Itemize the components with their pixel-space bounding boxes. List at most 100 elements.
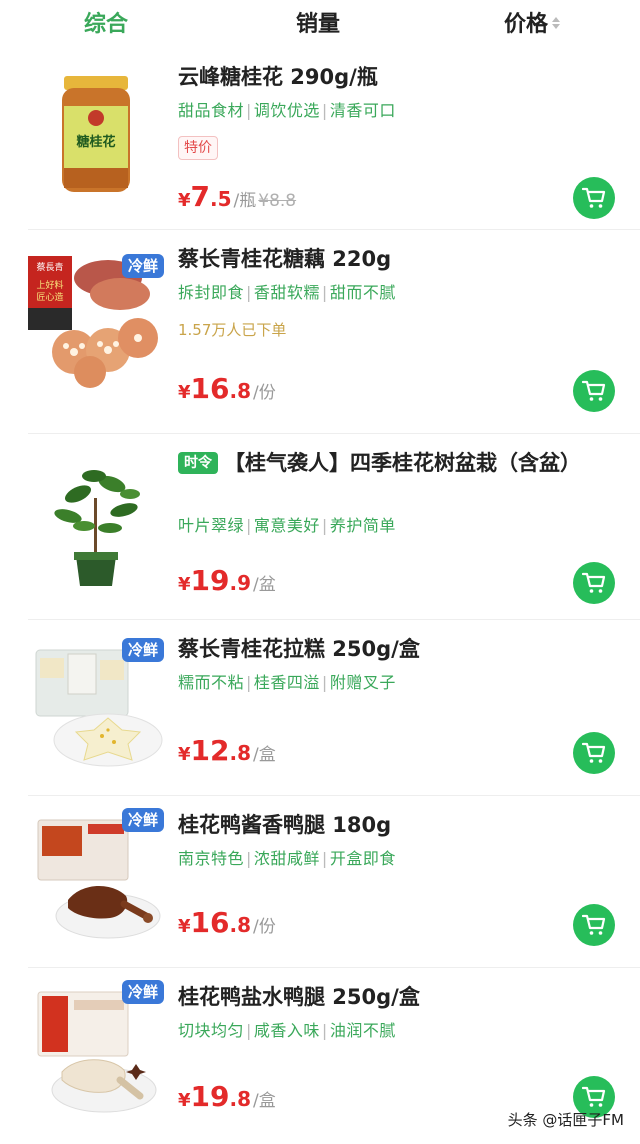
product-tags: 糯而不粘 | 桂香四溢 | 附赠叉子 xyxy=(178,671,396,695)
potted-plant-image[interactable] xyxy=(28,454,164,590)
cart-icon xyxy=(582,380,606,401)
price-unit: /盆 xyxy=(253,575,276,595)
tag-separator: | xyxy=(246,673,252,692)
tag: 桂香四溢 xyxy=(253,673,320,692)
price: ¥19.8/盒 xyxy=(178,1080,276,1113)
tag: 叶片翠绿 xyxy=(178,516,245,535)
price: ¥7.5/瓶 ¥8.8 xyxy=(178,180,296,213)
original-price: ¥8.8 xyxy=(258,191,297,211)
price-decimal: .8 xyxy=(229,741,252,765)
sold-count: 1.57万人已下单 xyxy=(178,321,287,339)
cold-fresh-badge: 冷鲜 xyxy=(121,808,164,832)
price-currency: ¥ xyxy=(178,916,191,937)
lotus-root-image[interactable]: 蔡長青 上好料 匠心造 冷鲜 xyxy=(28,254,164,390)
price-integer: 12 xyxy=(190,734,230,767)
tag: 拆封即食 xyxy=(178,283,245,302)
price-currency: ¥ xyxy=(178,744,191,765)
tag-separator: | xyxy=(321,101,328,120)
salted-duck-leg-image[interactable]: 冷鲜 xyxy=(28,980,164,1116)
product-title[interactable]: 桂花鸭酱香鸭腿 180g xyxy=(178,810,616,840)
price: ¥16.8/份 xyxy=(178,906,276,939)
cold-fresh-badge: 冷鲜 xyxy=(121,980,164,1004)
add-to-cart-button[interactable] xyxy=(573,562,615,604)
add-to-cart-button[interactable] xyxy=(573,732,615,774)
sort-tab-sales[interactable]: 销量 xyxy=(296,8,340,42)
price: ¥16.8/份 xyxy=(178,372,276,405)
product-title[interactable]: 云峰糖桂花 290g/瓶 xyxy=(178,62,616,92)
price: ¥12.8/盒 xyxy=(178,734,276,767)
product-tags: 拆封即食 | 香甜软糯 | 甜而不腻 xyxy=(178,281,396,305)
price-unit: /份 xyxy=(253,383,276,403)
price-decimal: .5 xyxy=(210,187,232,211)
price-decimal: .8 xyxy=(229,913,252,937)
cart-icon xyxy=(582,187,606,208)
price-integer: 19 xyxy=(190,564,230,597)
cart-icon xyxy=(582,742,606,763)
product-item[interactable]: 时令 【桂气袭人】四季桂花树盆栽（含盆） 叶片翠绿 | 寓意美好 | 养护简单 ¥19.9… xyxy=(0,434,640,620)
product-title[interactable]: 蔡长青桂花拉糕 250g/盒 xyxy=(178,634,616,664)
braised-duck-leg-image[interactable]: 冷鲜 xyxy=(28,808,164,944)
price-integer: 7 xyxy=(190,180,211,213)
sort-tab-price-label: 价格 xyxy=(504,12,549,37)
price-unit: /份 xyxy=(253,917,276,937)
price-decimal: .9 xyxy=(229,571,252,595)
tag: 浓甜咸鲜 xyxy=(253,849,320,868)
seasonal-badge: 时令 xyxy=(178,452,218,474)
product-title[interactable]: 蔡长青桂花糖藕 220g xyxy=(178,244,616,274)
product-item[interactable]: 冷鲜 蔡长青桂花拉糕 250g/盒 糯而不粘 | 桂香四溢 | 附赠叉子 ¥12.8/盒 xyxy=(0,620,640,796)
price-currency: ¥ xyxy=(178,382,191,403)
sort-bar: 综合 销量 价格 xyxy=(0,0,640,52)
price-integer: 19 xyxy=(190,1080,230,1113)
tag: 油润不腻 xyxy=(329,1021,396,1040)
add-to-cart-button[interactable] xyxy=(573,370,615,412)
osmanthus-jar-image[interactable]: 糖桂花 xyxy=(28,66,164,202)
tag-separator: | xyxy=(321,516,328,535)
tag-separator: | xyxy=(246,516,252,535)
tag-separator: | xyxy=(321,1021,328,1040)
rice-cake-image[interactable]: 冷鲜 xyxy=(28,638,164,774)
tag-separator: | xyxy=(321,849,328,868)
tag: 咸香入味 xyxy=(253,1021,320,1040)
product-tags: 切块均匀 | 咸香入味 | 油润不腻 xyxy=(178,1019,396,1043)
tag: 糯而不粘 xyxy=(178,673,245,692)
price-integer: 16 xyxy=(190,906,230,939)
price-unit: /盒 xyxy=(253,1091,276,1111)
sort-tab-price[interactable]: 价格 xyxy=(504,8,561,42)
box-label-line2: 匠心造 xyxy=(36,291,63,303)
product-title[interactable]: 桂花鸭盐水鸭腿 250g/盒 xyxy=(178,982,616,1012)
tag: 甜品食材 xyxy=(178,101,245,120)
cold-fresh-badge: 冷鲜 xyxy=(121,638,164,662)
price-currency: ¥ xyxy=(178,574,191,595)
tag: 南京特色 xyxy=(178,849,245,868)
product-item[interactable]: 糖桂花 云峰糖桂花 290g/瓶 甜品食材 | 调饮优选 | 清香可口 特价 ¥7.5/… xyxy=(0,52,640,230)
sort-tab-comprehensive[interactable]: 综合 xyxy=(84,8,128,42)
price-currency: ¥ xyxy=(178,190,191,211)
tag: 养护简单 xyxy=(329,516,396,535)
product-item[interactable]: 冷鲜 桂花鸭酱香鸭腿 180g 南京特色 | 浓甜咸鲜 | 开盒即食 ¥16.8/份 xyxy=(0,796,640,968)
cart-icon xyxy=(582,914,606,935)
box-label-line1: 上好料 xyxy=(36,279,63,291)
tag-separator: | xyxy=(246,849,252,868)
tag: 寓意美好 xyxy=(253,516,320,535)
price: ¥19.9/盆 xyxy=(178,564,276,597)
tag-separator: | xyxy=(246,1021,252,1040)
cold-fresh-badge: 冷鲜 xyxy=(121,254,164,278)
add-to-cart-button[interactable] xyxy=(573,177,615,219)
tag: 附赠叉子 xyxy=(329,673,396,692)
tag: 甜而不腻 xyxy=(329,283,396,302)
tag-separator: | xyxy=(246,101,252,120)
cart-icon xyxy=(582,572,606,593)
tag: 清香可口 xyxy=(329,101,396,120)
price-integer: 16 xyxy=(190,372,230,405)
price-unit: /盒 xyxy=(253,745,276,765)
box-label-brand: 蔡長青 xyxy=(36,261,63,273)
add-to-cart-button[interactable] xyxy=(573,904,615,946)
price-currency: ¥ xyxy=(178,1090,191,1111)
tag: 调饮优选 xyxy=(253,101,320,120)
price-unit: /瓶 xyxy=(233,191,257,211)
product-title[interactable]: 时令 【桂气袭人】四季桂花树盆栽（含盆） xyxy=(178,448,616,478)
product-tags: 叶片翠绿 | 寓意美好 | 养护简单 xyxy=(178,514,396,538)
sort-arrows-icon xyxy=(552,17,561,29)
product-item[interactable]: 蔡長青 上好料 匠心造 冷鲜 蔡长青桂花糖藕 220g 拆封即食 | 香甜软糯 | 甜而… xyxy=(0,230,640,434)
cart-icon xyxy=(582,1086,606,1107)
